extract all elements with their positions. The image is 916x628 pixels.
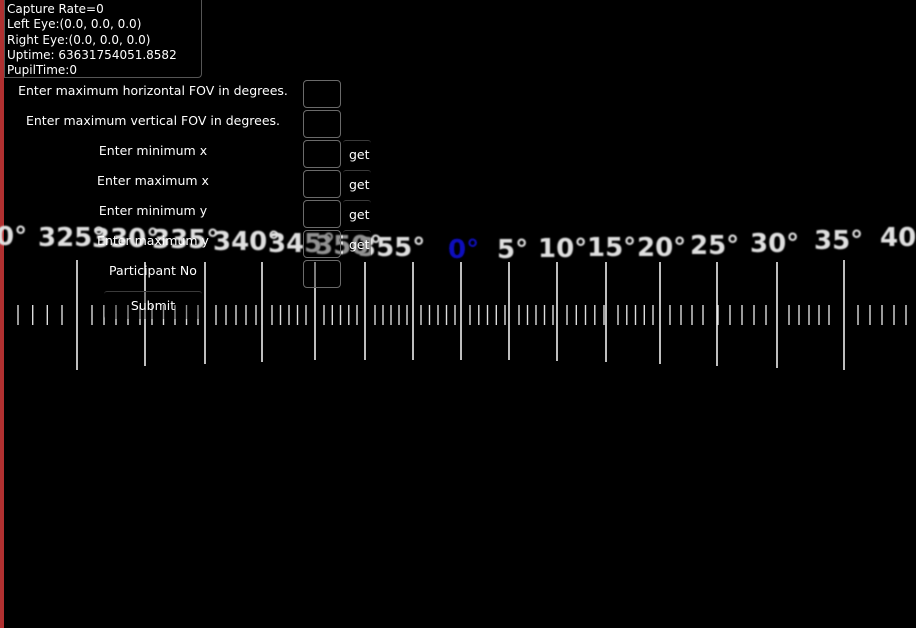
max-y-label: Enter maximum y bbox=[97, 233, 209, 248]
ruler-degree-label: 35° bbox=[814, 226, 863, 256]
v-fov-input[interactable] bbox=[303, 110, 341, 138]
max-x-label: Enter maximum x bbox=[97, 173, 209, 188]
ruler-degree-label: 25° bbox=[690, 231, 739, 261]
ruler-center-label: 0° bbox=[448, 235, 479, 265]
min-x-label: Enter minimum x bbox=[98, 143, 208, 158]
get-max-x-button[interactable]: get bbox=[343, 170, 371, 198]
min-x-input[interactable] bbox=[303, 140, 341, 168]
ruler-degree-label: 40 bbox=[880, 223, 916, 253]
capture-rate-text: Capture Rate=0 bbox=[7, 2, 104, 16]
participant-label: Participant No bbox=[109, 263, 197, 278]
max-x-input[interactable] bbox=[303, 170, 341, 198]
left-eye-text: Left Eye:(0.0, 0.0, 0.0) bbox=[7, 17, 142, 32]
submit-button[interactable]: Submit bbox=[104, 291, 202, 319]
h-fov-input[interactable] bbox=[303, 80, 341, 108]
right-eye-text: Right Eye:(0.0, 0.0, 0.0) bbox=[7, 32, 151, 47]
get-min-x-button[interactable]: get bbox=[343, 140, 371, 168]
uptime-text: Uptime: 63631754051.8582 bbox=[7, 47, 177, 62]
ruler-degree-label: 5° bbox=[497, 235, 528, 265]
ruler-degree-label: 10° bbox=[538, 234, 587, 264]
get-min-y-button[interactable]: get bbox=[343, 200, 371, 228]
pupil-time-text: PupilTime:0 bbox=[7, 63, 77, 78]
ruler-degree-label: 30° bbox=[750, 229, 799, 259]
min-y-label: Enter minimum y bbox=[98, 203, 208, 218]
min-y-input[interactable] bbox=[303, 200, 341, 228]
get-max-y-button[interactable]: get bbox=[343, 230, 371, 258]
v-fov-label: Enter maximum vertical FOV in degrees. bbox=[25, 113, 281, 128]
max-y-input[interactable] bbox=[303, 230, 341, 258]
h-fov-label: Enter maximum horizontal FOV in degrees. bbox=[18, 83, 288, 98]
status-panel: Capture Rate=0 Left Eye:(0.0, 0.0, 0.0) … bbox=[4, 0, 202, 78]
participant-input[interactable] bbox=[303, 260, 341, 288]
ruler-degree-label: 20° bbox=[637, 233, 686, 263]
ruler-degree-label: 15° bbox=[587, 233, 636, 263]
